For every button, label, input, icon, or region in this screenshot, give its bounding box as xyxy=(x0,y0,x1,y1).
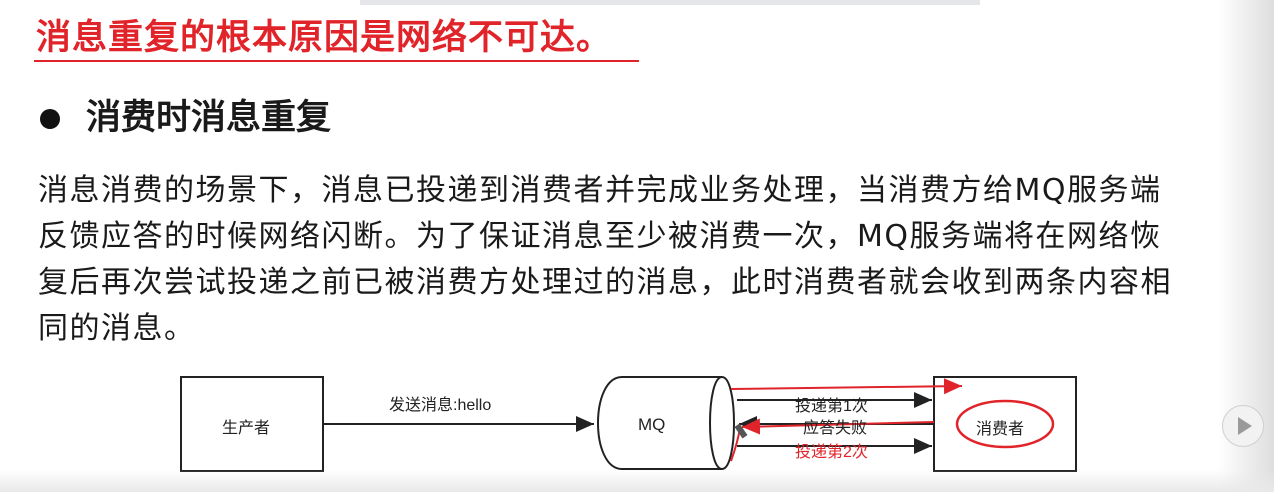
paragraph-line: 同的消息。 xyxy=(38,311,196,346)
body-paragraph: 消息消费的场景下，消息已投递到消费者并完成业务处理，当消费方给MQ服务端 反馈应… xyxy=(38,168,1203,352)
bottom-edge-shade xyxy=(0,470,1274,492)
mq-label: MQ xyxy=(638,415,666,434)
producer-label: 生产者 xyxy=(222,420,271,437)
page-headline: 消息重复的根本原因是网络不可达。 xyxy=(36,18,613,58)
top-bar-strip xyxy=(360,0,980,5)
consumer-label: 消费者 xyxy=(976,421,1025,438)
deliver-first-red-mark xyxy=(730,378,963,395)
deliver-first-label: 投递第1次 xyxy=(795,398,868,415)
bullet-dot-icon xyxy=(40,109,60,129)
deliver-second-label: 投递第2次 xyxy=(795,444,868,461)
paragraph-line: 反馈应答的时候网络闪断。为了保证消息至少被消费一次，MQ服务端将在网络恢 xyxy=(38,219,1162,254)
send-message-label: 发送消息:hello xyxy=(389,397,492,414)
section-bullet-title: 消费时消息重复 xyxy=(86,98,332,138)
paragraph-line: 复后再次尝试投递之前已被消费方处理过的消息，此时消费者就会收到两条内容相 xyxy=(38,265,1172,300)
headline-underline xyxy=(34,60,639,62)
pen-cursor-icon xyxy=(734,423,748,439)
mq-cylinder xyxy=(597,376,735,471)
paragraph-line: 消息消费的场景下，消息已投递到消费者并完成业务处理，当消费方给MQ服务端 xyxy=(38,173,1162,208)
ack-failed-label: 应答失败 xyxy=(803,420,868,437)
play-icon[interactable] xyxy=(1222,405,1264,447)
